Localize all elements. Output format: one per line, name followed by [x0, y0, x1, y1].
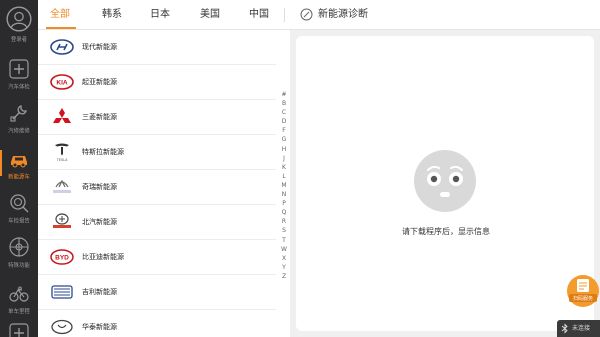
- byd-logo: BYD: [50, 249, 74, 265]
- tab-american[interactable]: 美国: [200, 0, 220, 30]
- tab-all[interactable]: 全部: [50, 0, 70, 30]
- alpha-letter[interactable]: S: [279, 226, 289, 235]
- tab-divider: [284, 8, 285, 22]
- region-tabs: 全部 韩系 日本 美国 中国 新能源诊断: [38, 0, 600, 30]
- alpha-letter[interactable]: L: [279, 172, 289, 181]
- baic-logo: [53, 213, 71, 228]
- svg-text:TESLA: TESLA: [57, 158, 68, 162]
- alpha-letter[interactable]: #: [279, 90, 289, 99]
- alpha-letter[interactable]: R: [279, 217, 289, 226]
- bluetooth-icon: [561, 323, 568, 334]
- hyundai-logo: [50, 39, 74, 55]
- tesla-logo: TESLA: [55, 143, 69, 162]
- sidebar-item-special[interactable]: 特殊功能: [0, 236, 38, 269]
- sidebar-item-bike[interactable]: 单车里程: [0, 282, 38, 315]
- sidebar-item-label: 汽修维修: [8, 128, 30, 135]
- alpha-letter[interactable]: W: [279, 245, 289, 254]
- alpha-letter[interactable]: Q: [279, 208, 289, 217]
- repair-icon: [10, 105, 27, 122]
- car-health-icon: [9, 59, 29, 79]
- list-item[interactable]: 奇瑞新能源: [38, 170, 276, 205]
- alpha-letter[interactable]: X: [279, 254, 289, 263]
- list-item[interactable]: 北汽新能源: [38, 205, 276, 240]
- alpha-letter[interactable]: J: [279, 154, 289, 163]
- kia-logo: KIA: [50, 74, 74, 90]
- chery-logo: [53, 179, 71, 193]
- hawtai-logo: [51, 319, 73, 335]
- sidebar-item-ev[interactable]: 新能源车: [0, 148, 38, 181]
- sidebar-item-label: 汽车体检: [8, 84, 30, 91]
- floating-badge-label: 扫码服务: [572, 296, 593, 302]
- brand-name: 比亚迪新能源: [82, 253, 124, 261]
- report-badge-icon[interactable]: [566, 274, 600, 308]
- list-item[interactable]: 华泰新能源: [38, 310, 276, 337]
- list-item[interactable]: TESLA 特斯拉新能源: [38, 135, 276, 170]
- tab-korean[interactable]: 韩系: [102, 0, 122, 30]
- mitsubishi-logo: [53, 108, 71, 123]
- brand-name: 奇瑞新能源: [82, 183, 117, 191]
- tab-japanese[interactable]: 日本: [150, 0, 170, 30]
- brand-list: 现代新能源 KIA 起亚新能源 三菱新能源 TESLA 特斯拉新能源 奇瑞新能源…: [38, 30, 276, 337]
- brand-name: 吉利新能源: [82, 288, 117, 296]
- active-tab-underline: [46, 27, 76, 29]
- sidebar-item-repair[interactable]: 汽修维修: [0, 102, 38, 135]
- sidebar-item-label: 单车里程: [8, 308, 30, 315]
- avatar-icon: [6, 6, 32, 32]
- sidebar-item-report[interactable]: 车检报告: [0, 192, 38, 225]
- svg-text:KIA: KIA: [56, 80, 68, 87]
- list-item[interactable]: 三菱新能源: [38, 100, 276, 135]
- alpha-letter[interactable]: F: [279, 126, 289, 135]
- alpha-letter[interactable]: G: [279, 135, 289, 144]
- alpha-letter[interactable]: Z: [279, 272, 289, 281]
- alpha-letter[interactable]: H: [279, 145, 289, 154]
- bluetooth-status-text: 未连接: [572, 325, 591, 332]
- brand-name: 特斯拉新能源: [82, 148, 124, 156]
- list-item[interactable]: KIA 起亚新能源: [38, 65, 276, 100]
- bike-icon: [9, 286, 29, 302]
- plus-icon: [9, 323, 29, 337]
- ev-car-icon: [11, 156, 27, 168]
- alpha-letter[interactable]: T: [279, 236, 289, 245]
- surprised-face-icon: [414, 150, 476, 212]
- sidebar: 登录者 汽车体检 汽修维修 新能源车 车检报告 特殊功能 单车里程: [0, 0, 38, 337]
- sidebar-item-add[interactable]: [0, 322, 38, 337]
- list-item[interactable]: 吉利新能源: [38, 275, 276, 310]
- special-function-icon: [9, 237, 29, 257]
- alpha-letter[interactable]: C: [279, 108, 289, 117]
- brand-name: 现代新能源: [82, 43, 117, 51]
- sidebar-item-car-health[interactable]: 汽车体检: [0, 58, 38, 91]
- alpha-letter[interactable]: N: [279, 190, 289, 199]
- brand-name: 华泰新能源: [82, 323, 117, 331]
- tab-chinese[interactable]: 中国: [249, 0, 269, 30]
- sidebar-item-user[interactable]: 登录者: [0, 6, 38, 43]
- alpha-letter[interactable]: Y: [279, 263, 289, 272]
- sidebar-item-label: 特殊功能: [8, 262, 30, 269]
- alphabet-index: # B C D F G H J K L M N P Q R S T W X Y …: [279, 90, 289, 281]
- brand-name: 三菱新能源: [82, 113, 117, 121]
- sidebar-item-label: 登录者: [10, 36, 28, 43]
- brand-name: 北汽新能源: [82, 218, 117, 226]
- list-item[interactable]: 现代新能源: [38, 30, 276, 65]
- geely-logo: [51, 285, 73, 299]
- alpha-letter[interactable]: B: [279, 99, 289, 108]
- alpha-letter[interactable]: D: [279, 117, 289, 126]
- alpha-letter[interactable]: K: [279, 163, 289, 172]
- tab-ev-diagnosis[interactable]: 新能源诊断: [318, 0, 368, 30]
- alpha-letter[interactable]: M: [279, 181, 289, 190]
- app-window: 登录者 汽车体检 汽修维修 新能源车 车检报告 特殊功能 单车里程 全部 韩系 …: [0, 0, 600, 337]
- list-item[interactable]: BYD 比亚迪新能源: [38, 240, 276, 275]
- sidebar-item-label: 车检报告: [8, 218, 30, 225]
- empty-state-message: 请下载程序后，显示信息: [402, 227, 490, 236]
- svg-text:BYD: BYD: [55, 255, 69, 262]
- diagnosis-icon: [300, 8, 313, 21]
- brand-name: 起亚新能源: [82, 78, 117, 86]
- alpha-letter[interactable]: P: [279, 199, 289, 208]
- sidebar-item-label: 新能源车: [8, 174, 30, 181]
- search-report-icon: [10, 194, 29, 213]
